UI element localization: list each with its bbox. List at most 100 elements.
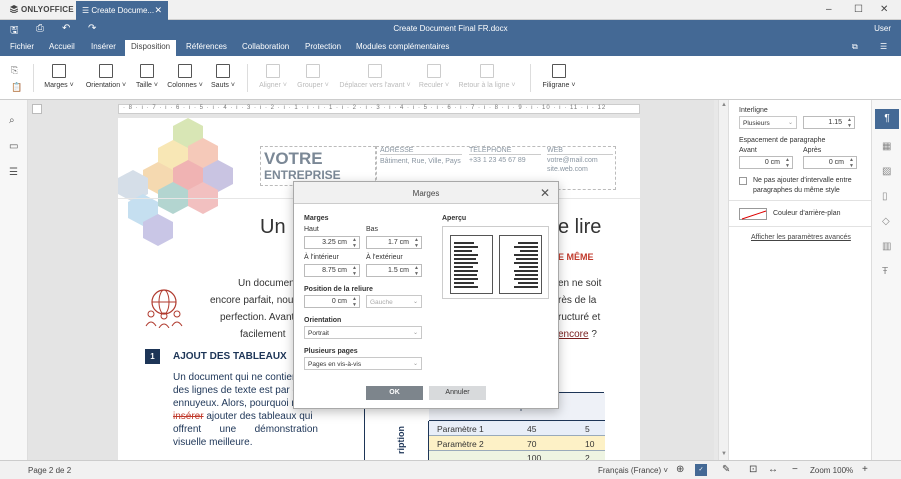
tab-close-icon[interactable]: ✕ [154,5,162,16]
margins-button[interactable]: Marges ˅ [43,64,75,89]
inside-margin-input[interactable]: 8.75 cm ▲ ▼ [304,264,360,277]
orientation-select[interactable]: Portrait ⌄ [304,326,422,339]
paragraph-settings-panel: Interligne Plusieurs ⌄ 1.15 ▲ ▼ Espacement … [728,100,872,460]
section-number: 1 [145,349,160,364]
multiple-pages-select[interactable]: Pages en vis-à-vis ⌄ [304,357,422,370]
columns-button[interactable]: Colonnes ˅ [166,64,204,89]
para-spacing-label: Espacement de paragraphe [739,137,826,144]
navigation-icon[interactable]: ☰ [9,167,18,178]
space-after-input[interactable]: 0 cm ▲ ▼ [803,156,857,169]
margins-dialog: Marges ✕ Marges Haut 3.25 cm ▲ ▼ Bas 1.7 c… [293,181,559,409]
company-name-2: ENTREPRISE [264,168,341,182]
title-right: e lire [558,216,602,238]
send-backward-icon [427,64,441,78]
no-space-label: Ne pas ajouter d'intervalle entre paragr… [753,177,852,194]
background-color-button[interactable] [739,208,767,220]
text-art-icon[interactable]: Ŧ [882,266,888,277]
gutter-input[interactable]: 0 cm ▲ ▼ [304,295,360,308]
group-button[interactable]: Grouper ˅ [296,64,330,89]
tab-collaboration[interactable]: Collaboration [242,42,289,51]
user-name[interactable]: User [874,24,891,33]
zoom-out-icon[interactable]: − [792,464,798,475]
intro-paragraph: Un document encore parfait, nou perfecti… [210,278,298,340]
title-bar: ONLYOFFICE ☰ Create Docume... ✕ ‒ ☐ ✕ [0,0,901,20]
line-spacing-value[interactable]: 1.15 ▲ ▼ [803,116,855,129]
language-select[interactable]: Français (France) ˅ [598,466,668,475]
globe-icon[interactable]: ⊕ [676,464,684,475]
close-button[interactable]: ✕ [880,4,888,15]
app-header: 🖫 ⎙ ↶ ↷ Create Document Final FR.docx Us… [0,20,901,38]
onlyoffice-icon [10,5,18,13]
paste-icon[interactable]: 📋 [11,82,22,93]
columns-icon [178,64,192,78]
breaks-icon [216,64,230,78]
maximize-button[interactable]: ☐ [854,4,863,15]
size-icon [140,64,154,78]
minimize-button[interactable]: ‒ [826,4,832,15]
advanced-settings-link[interactable]: Afficher les paramètres avancés [751,234,851,241]
right-rail: ¶ ▦ ▨ ▯ ◇ ▥ Ŧ [871,100,901,460]
background-color-label: Couleur d'arrière-plan [773,210,841,217]
line-spacing-label: Interligne [739,107,768,114]
gutter-position-select[interactable]: Gauche ⌄ [366,295,422,308]
breaks-button[interactable]: Sauts ˅ [209,64,237,89]
outside-margin-input[interactable]: 1.5 cm ▲ ▼ [366,264,422,277]
top-margin-input[interactable]: 3.25 cm ▲ ▼ [304,236,360,249]
search-icon[interactable]: ⌕ [9,115,15,126]
align-button[interactable]: Aligner ˅ [258,64,288,89]
table-row: Paramètre 2 70 10 [429,436,605,451]
zoom-in-icon[interactable]: + [862,464,868,475]
phone-header: TÉLÉPHONE [469,147,541,155]
tab-references[interactable]: Références [186,42,227,51]
copy-icon[interactable]: ⎘ [11,65,18,76]
top-label: Haut [304,226,319,233]
document-tab-label: Create Docume... [91,6,155,15]
fit-page-icon[interactable]: ⊡ [749,464,757,475]
hexagon-decoration [118,118,233,246]
tab-fichier[interactable]: Fichier [10,42,34,51]
paragraph-settings-icon[interactable]: ¶ [875,109,899,129]
track-changes-icon[interactable]: ✎ [722,464,730,475]
size-button[interactable]: Taille ˅ [134,64,160,89]
line-spacing-mode[interactable]: Plusieurs ⌄ [739,116,797,129]
no-space-checkbox[interactable] [739,177,747,185]
bring-forward-icon [368,64,382,78]
orientation-button[interactable]: Orientation ˅ [84,64,128,89]
shape-settings-icon[interactable]: ◇ [882,216,890,227]
spellcheck-icon[interactable]: ✓ [695,464,707,476]
bring-forward-button[interactable]: Déplacer vers l'avant ˅ [339,64,411,89]
web-site: site.web.com [547,166,588,173]
fit-width-icon[interactable]: ↔ [768,464,778,475]
preview-left-page [450,235,493,294]
company-box: VOTRE ENTREPRISE [260,146,376,186]
hamburger-icon[interactable]: ☰ [880,42,887,51]
chart-settings-icon[interactable]: ▥ [882,241,891,252]
image-settings-icon[interactable]: ▨ [882,166,891,177]
wrap-text-icon [480,64,494,78]
ok-button[interactable]: OK [366,386,423,400]
tab-accueil[interactable]: Accueil [49,42,75,51]
inside-label: À l'intérieur [304,254,339,261]
comments-icon[interactable]: ▭ [9,141,18,152]
cancel-button[interactable]: Annuler [429,386,486,400]
dialog-close-icon[interactable]: ✕ [540,186,550,200]
tab-modules[interactable]: Modules complémentaires [356,42,449,51]
ruler-corner[interactable] [32,104,42,114]
table-settings-icon[interactable]: ▦ [882,141,891,152]
wrap-text-button[interactable]: Retour à la ligne ˅ [457,64,517,89]
space-before-input[interactable]: 0 cm ▲ ▼ [739,156,793,169]
vertical-scrollbar[interactable]: ▲ ▼ [718,100,728,460]
document-tab[interactable]: ☰ Create Docume... ✕ [76,1,168,20]
tab-inserer[interactable]: Insérer [91,42,116,51]
tab-disposition[interactable]: Disposition [125,40,177,56]
title-left: Un [260,216,286,238]
horizontal-ruler[interactable]: · 8 · ı · 7 · ı · 6 · ı · 5 · ı · 4 · ı … [118,104,640,114]
header-footer-icon[interactable]: ▯ [882,191,888,202]
app-logo: ONLYOFFICE [10,5,74,14]
open-location-icon[interactable]: ⧉ [852,42,858,52]
tab-protection[interactable]: Protection [305,42,341,51]
watermark-button[interactable]: Filigrane ˅ [541,64,577,89]
bottom-margin-input[interactable]: 1.7 cm ▲ ▼ [366,236,422,249]
company-name-1: VOTRE [264,149,323,168]
send-backward-button[interactable]: Reculer ˅ [418,64,450,89]
